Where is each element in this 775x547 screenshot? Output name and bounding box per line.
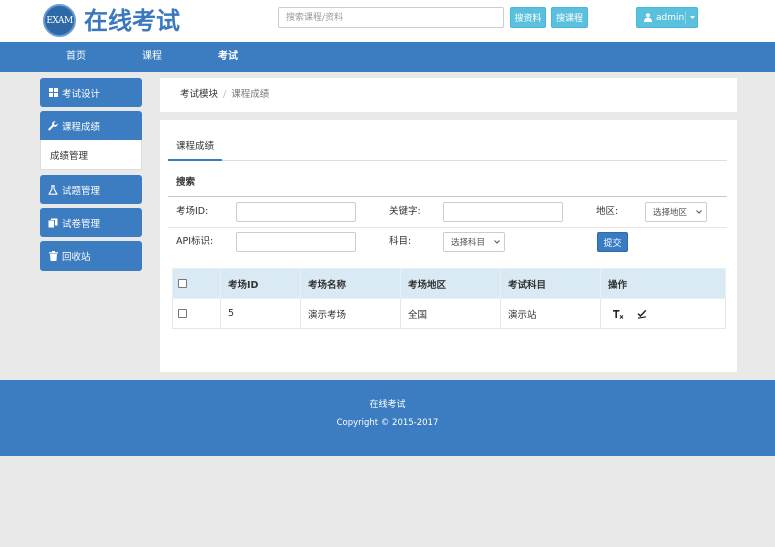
select-all-checkbox[interactable] <box>178 279 187 288</box>
sidebar-item-course-scores[interactable]: 课程成绩 <box>40 111 142 140</box>
cell-room-id: 5 <box>220 298 301 329</box>
site-title[interactable]: 在线考试 <box>84 4 180 38</box>
subject-select[interactable]: 选择科目 <box>443 232 505 252</box>
cell-actions <box>600 298 726 329</box>
search-section-title: 搜索 <box>176 177 196 188</box>
tab-course-scores[interactable]: 课程成绩 <box>168 134 222 161</box>
sidebar-item-label: 回收站 <box>62 252 91 263</box>
text-size-icon[interactable] <box>613 309 624 319</box>
breadcrumb-item-current: 课程成绩 <box>231 89 270 100</box>
column-header-room-name[interactable]: 考场名称 <box>300 268 401 299</box>
sidebar-subitem-score-management[interactable]: 成绩管理 <box>40 140 142 170</box>
footer-title: 在线考试 <box>369 400 406 410</box>
cell-room-name: 演示考场 <box>300 298 401 329</box>
results-table: 考场ID 考场名称 考场地区 考试科目 操作 5 演示考场 全国 演示站 <box>172 268 726 329</box>
flask-icon <box>48 184 58 195</box>
sidebar-item-label: 试题管理 <box>62 185 101 197</box>
column-header-room-id[interactable]: 考场ID <box>220 268 301 299</box>
sidebar-item-question-management[interactable]: 试题管理 <box>40 175 142 204</box>
search-input[interactable] <box>278 7 504 28</box>
breadcrumb-item-exam-module[interactable]: 考试模块 <box>180 89 218 100</box>
main-nav: 首页 课程 考试 <box>0 42 775 72</box>
region-select-value: 选择地区 <box>653 208 688 218</box>
keyword-label: 关键字: <box>389 206 421 217</box>
grid-icon <box>48 88 58 98</box>
api-id-label: API标识: <box>176 236 214 247</box>
header: EXAM 在线考试 搜资料 搜课程 admin <box>0 0 775 42</box>
logo[interactable]: EXAM <box>43 4 76 37</box>
search-materials-button[interactable]: 搜资料 <box>510 7 546 28</box>
logo-text: EXAM <box>46 15 73 26</box>
subject-label: 科目: <box>389 236 412 247</box>
content-panel: 课程成绩 搜索 考场ID: 关键字: 地区: 选择地区 API标识: 科目: 选… <box>160 120 737 372</box>
sidebar-item-label: 考试设计 <box>62 88 101 100</box>
column-header-actions: 操作 <box>600 268 726 299</box>
cell-room-region: 全国 <box>400 298 501 329</box>
check-icon[interactable] <box>637 309 647 319</box>
sidebar-item-label: 课程成绩 <box>62 121 101 133</box>
subject-select-value: 选择科目 <box>451 238 486 248</box>
row-select-cell <box>172 298 221 329</box>
sidebar-item-label: 试卷管理 <box>62 218 101 230</box>
select-all-cell <box>172 268 221 299</box>
button-divider <box>685 11 686 24</box>
chevron-down-icon <box>494 240 500 244</box>
column-header-room-region[interactable]: 考场地区 <box>400 268 501 299</box>
breadcrumb: 考试模块 / 课程成绩 <box>160 78 737 112</box>
table-header-row: 考场ID 考场名称 考场地区 考试科目 操作 <box>172 268 726 299</box>
user-menu-button[interactable]: admin <box>636 7 698 28</box>
table-row: 5 演示考场 全国 演示站 <box>172 298 726 329</box>
footer: 在线考试 Copyright © 2015-2017 <box>0 380 775 456</box>
cell-subject: 演示站 <box>500 298 601 329</box>
region-select[interactable]: 选择地区 <box>645 202 707 222</box>
sidebar-item-exam-design[interactable]: 考试设计 <box>40 78 142 107</box>
room-id-input[interactable] <box>236 202 356 222</box>
trash-icon <box>48 251 58 261</box>
room-id-label: 考场ID: <box>176 206 209 217</box>
sidebar-item-recycle-bin[interactable]: 回收站 <box>40 241 142 271</box>
divider <box>168 227 727 228</box>
wrench-icon <box>48 120 58 131</box>
user-name: admin <box>656 12 685 23</box>
tab-bar: 课程成绩 <box>168 134 727 161</box>
search-courses-button[interactable]: 搜课程 <box>551 7 588 28</box>
divider <box>168 196 727 197</box>
nav-item-exams[interactable]: 考试 <box>190 42 266 72</box>
region-label: 地区: <box>596 206 619 217</box>
caret-down-icon <box>690 16 695 19</box>
row-checkbox[interactable] <box>178 309 187 318</box>
column-header-subject[interactable]: 考试科目 <box>500 268 601 299</box>
keyword-input[interactable] <box>443 202 563 222</box>
chevron-down-icon <box>696 210 702 214</box>
nav-item-courses[interactable]: 课程 <box>114 42 190 72</box>
api-id-input[interactable] <box>236 232 356 252</box>
user-icon <box>644 13 652 22</box>
submit-button[interactable]: 提交 <box>597 232 628 252</box>
footer-copyright: Copyright © 2015-2017 <box>336 418 439 428</box>
sidebar-item-paper-management[interactable]: 试卷管理 <box>40 208 142 237</box>
copy-icon <box>48 218 58 228</box>
nav-item-home[interactable]: 首页 <box>38 42 114 72</box>
breadcrumb-separator: / <box>223 89 227 100</box>
